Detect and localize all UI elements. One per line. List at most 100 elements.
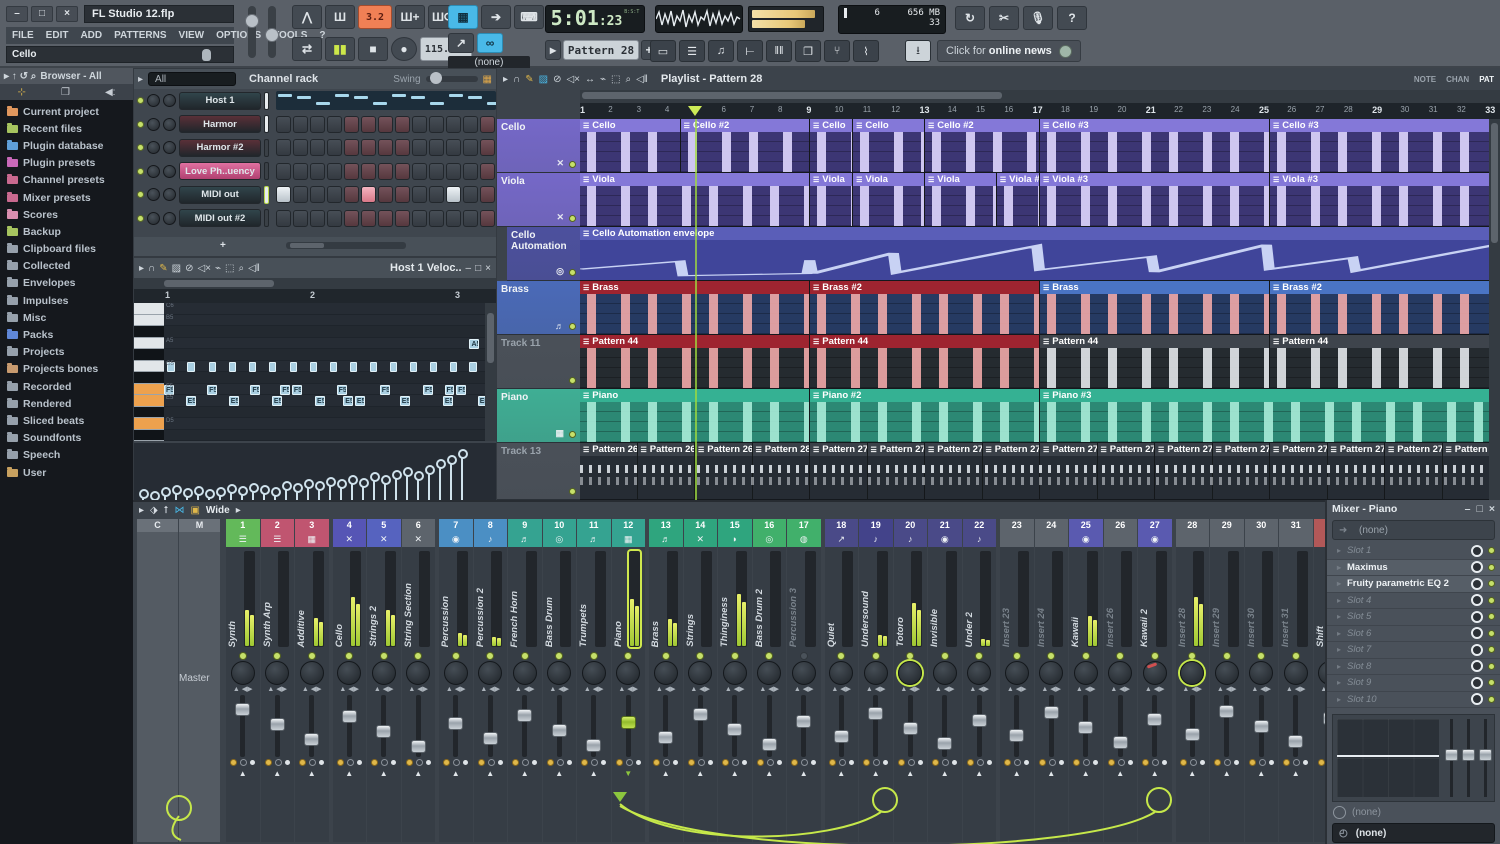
step-cell[interactable] [310, 186, 325, 204]
strip-arrows[interactable]: ▲ ◀▶ [1279, 686, 1313, 693]
strip-fader-cap[interactable] [1288, 735, 1304, 748]
playhead-marker[interactable] [688, 106, 702, 116]
strip-fader[interactable] [1043, 695, 1059, 757]
effect-slot-maximus[interactable]: ▸ Maximus [1327, 559, 1500, 576]
menu-add[interactable]: ADD [74, 30, 108, 41]
step-cell[interactable] [344, 162, 359, 180]
strip-fader[interactable] [971, 695, 987, 757]
track-led[interactable] [569, 161, 576, 168]
pl-select-icon[interactable]: ⬚ [611, 74, 620, 85]
enable-dot[interactable] [425, 760, 431, 765]
strip-fader[interactable] [833, 695, 849, 757]
record-toggle[interactable] [1073, 759, 1081, 766]
record-toggle[interactable] [299, 759, 307, 766]
strip-arrows[interactable]: ▲ ◀▶ [859, 686, 893, 693]
clip-cello-automation-envelope[interactable]: Cello Automation envelope [580, 227, 1500, 280]
menu-view[interactable]: VIEW [173, 30, 211, 41]
enable-dot[interactable] [1199, 760, 1205, 765]
browser-item-plugin-presets[interactable]: Plugin presets [0, 155, 133, 172]
step-cell[interactable] [395, 162, 410, 180]
clip-viola-3[interactable]: Viola #3 [1270, 173, 1500, 226]
velocity-marker[interactable] [458, 449, 468, 501]
clock-toggle[interactable] [1293, 759, 1301, 766]
enable-dot[interactable] [776, 760, 782, 765]
link-controller-button[interactable]: ∞ [477, 33, 503, 53]
enable-dot[interactable] [1024, 760, 1030, 765]
channel-pan-knob[interactable] [147, 211, 160, 225]
piano-key-A5[interactable] [134, 337, 164, 349]
enable-dot[interactable] [1127, 760, 1133, 765]
strip-arrows[interactable]: ▲ ◀▶ [894, 686, 928, 693]
metronome-button[interactable]: Ш [325, 5, 355, 29]
master-fader[interactable] [179, 684, 220, 780]
strip-fader-cap[interactable] [658, 731, 674, 744]
playlist-vscrollbar[interactable] [1489, 119, 1500, 500]
strip-pan-knob[interactable] [829, 661, 854, 685]
undo-icon[interactable]: ↻ [955, 6, 985, 30]
piano-note[interactable]: E5 [228, 396, 239, 406]
strip-fader[interactable] [1112, 695, 1128, 757]
piano-note[interactable]: F5 [456, 384, 467, 395]
strip-fader-cap[interactable] [1078, 721, 1094, 734]
piano-roll-button[interactable]: ♫ [708, 40, 734, 62]
clock-toggle[interactable] [240, 759, 248, 766]
strip-arrows[interactable]: ▲ ◀▶ [1138, 686, 1172, 693]
enable-dot[interactable] [463, 760, 469, 765]
clock-toggle[interactable] [766, 759, 774, 766]
piano-note[interactable]: E5 [185, 396, 196, 406]
record-toggle[interactable] [1179, 759, 1187, 766]
strip-fader[interactable] [304, 695, 320, 757]
track-led[interactable] [569, 488, 576, 495]
piano-note[interactable]: F5 [444, 384, 455, 395]
track-header[interactable]: Cello ✕ [497, 119, 580, 173]
enable-dot[interactable] [601, 760, 607, 765]
step-cell[interactable] [310, 162, 325, 180]
track-header[interactable]: Brass ♬ [497, 281, 580, 335]
strip-fader-cap[interactable] [269, 718, 285, 731]
clock-toggle[interactable] [838, 759, 846, 766]
strip-led[interactable] [414, 652, 423, 660]
strip-fader-cap[interactable] [1184, 728, 1200, 741]
enable-dot[interactable] [284, 760, 290, 765]
step-cell[interactable] [463, 162, 478, 180]
piano-keys[interactable] [134, 303, 164, 441]
strip-led[interactable] [940, 652, 949, 660]
strip-fader[interactable] [658, 695, 674, 757]
clock-toggle[interactable] [346, 759, 354, 766]
clock-toggle[interactable] [453, 759, 461, 766]
piano-note[interactable]: E5 [399, 396, 410, 406]
strip-pan-knob[interactable] [443, 661, 468, 685]
record-toggle[interactable] [405, 759, 413, 766]
strip-fader[interactable] [482, 695, 498, 757]
strip-fader[interactable] [1009, 695, 1025, 757]
mixer-strip-string-section[interactable]: 6 ✕ String Section ▲ ◀▶ ▲ [401, 519, 436, 842]
play-button[interactable]: ▮▮ [325, 37, 355, 61]
step-cell[interactable] [293, 115, 308, 133]
strip-fader[interactable] [551, 695, 567, 757]
browser-item-channel-presets[interactable]: Channel presets [0, 172, 133, 189]
wait-for-input-button[interactable]: Ш+ [395, 5, 425, 29]
strip-led[interactable] [696, 652, 705, 660]
piano-note[interactable] [369, 361, 378, 372]
step-cell[interactable] [412, 115, 427, 133]
track-led[interactable] [569, 215, 576, 222]
effect-slot-slot-1[interactable]: ▸ Slot 1 [1327, 543, 1500, 560]
track-header[interactable]: Track 13 [497, 443, 580, 500]
record-toggle[interactable] [1248, 759, 1256, 766]
mixer-strip-additive[interactable]: 3 ▦ Additive ▲ ◀▶ ▲ [295, 519, 329, 842]
strip-arrows[interactable]: ▲ ◀▶ [787, 686, 821, 693]
strip-fader[interactable] [235, 695, 251, 757]
strip-fader-cap[interactable] [410, 740, 426, 753]
channel-pan-knob[interactable] [147, 164, 160, 178]
step-cell[interactable] [446, 209, 461, 227]
strip-pan-knob[interactable] [581, 661, 606, 685]
piano-note[interactable] [248, 361, 256, 372]
mixer-strip-quiet[interactable]: 18 ↗ Quiet ▲ ◀▶ ▲ [824, 519, 858, 842]
strip-pan-knob[interactable] [1073, 661, 1098, 685]
strip-route-arrow[interactable]: ▲ [402, 769, 436, 778]
clock-toggle[interactable] [1224, 759, 1232, 766]
clock-toggle[interactable] [1152, 759, 1160, 766]
record-toggle[interactable] [546, 759, 554, 766]
piano-roll-timeline[interactable]: 1 2 3 [134, 289, 496, 303]
slot-enable-led[interactable] [1488, 613, 1495, 621]
